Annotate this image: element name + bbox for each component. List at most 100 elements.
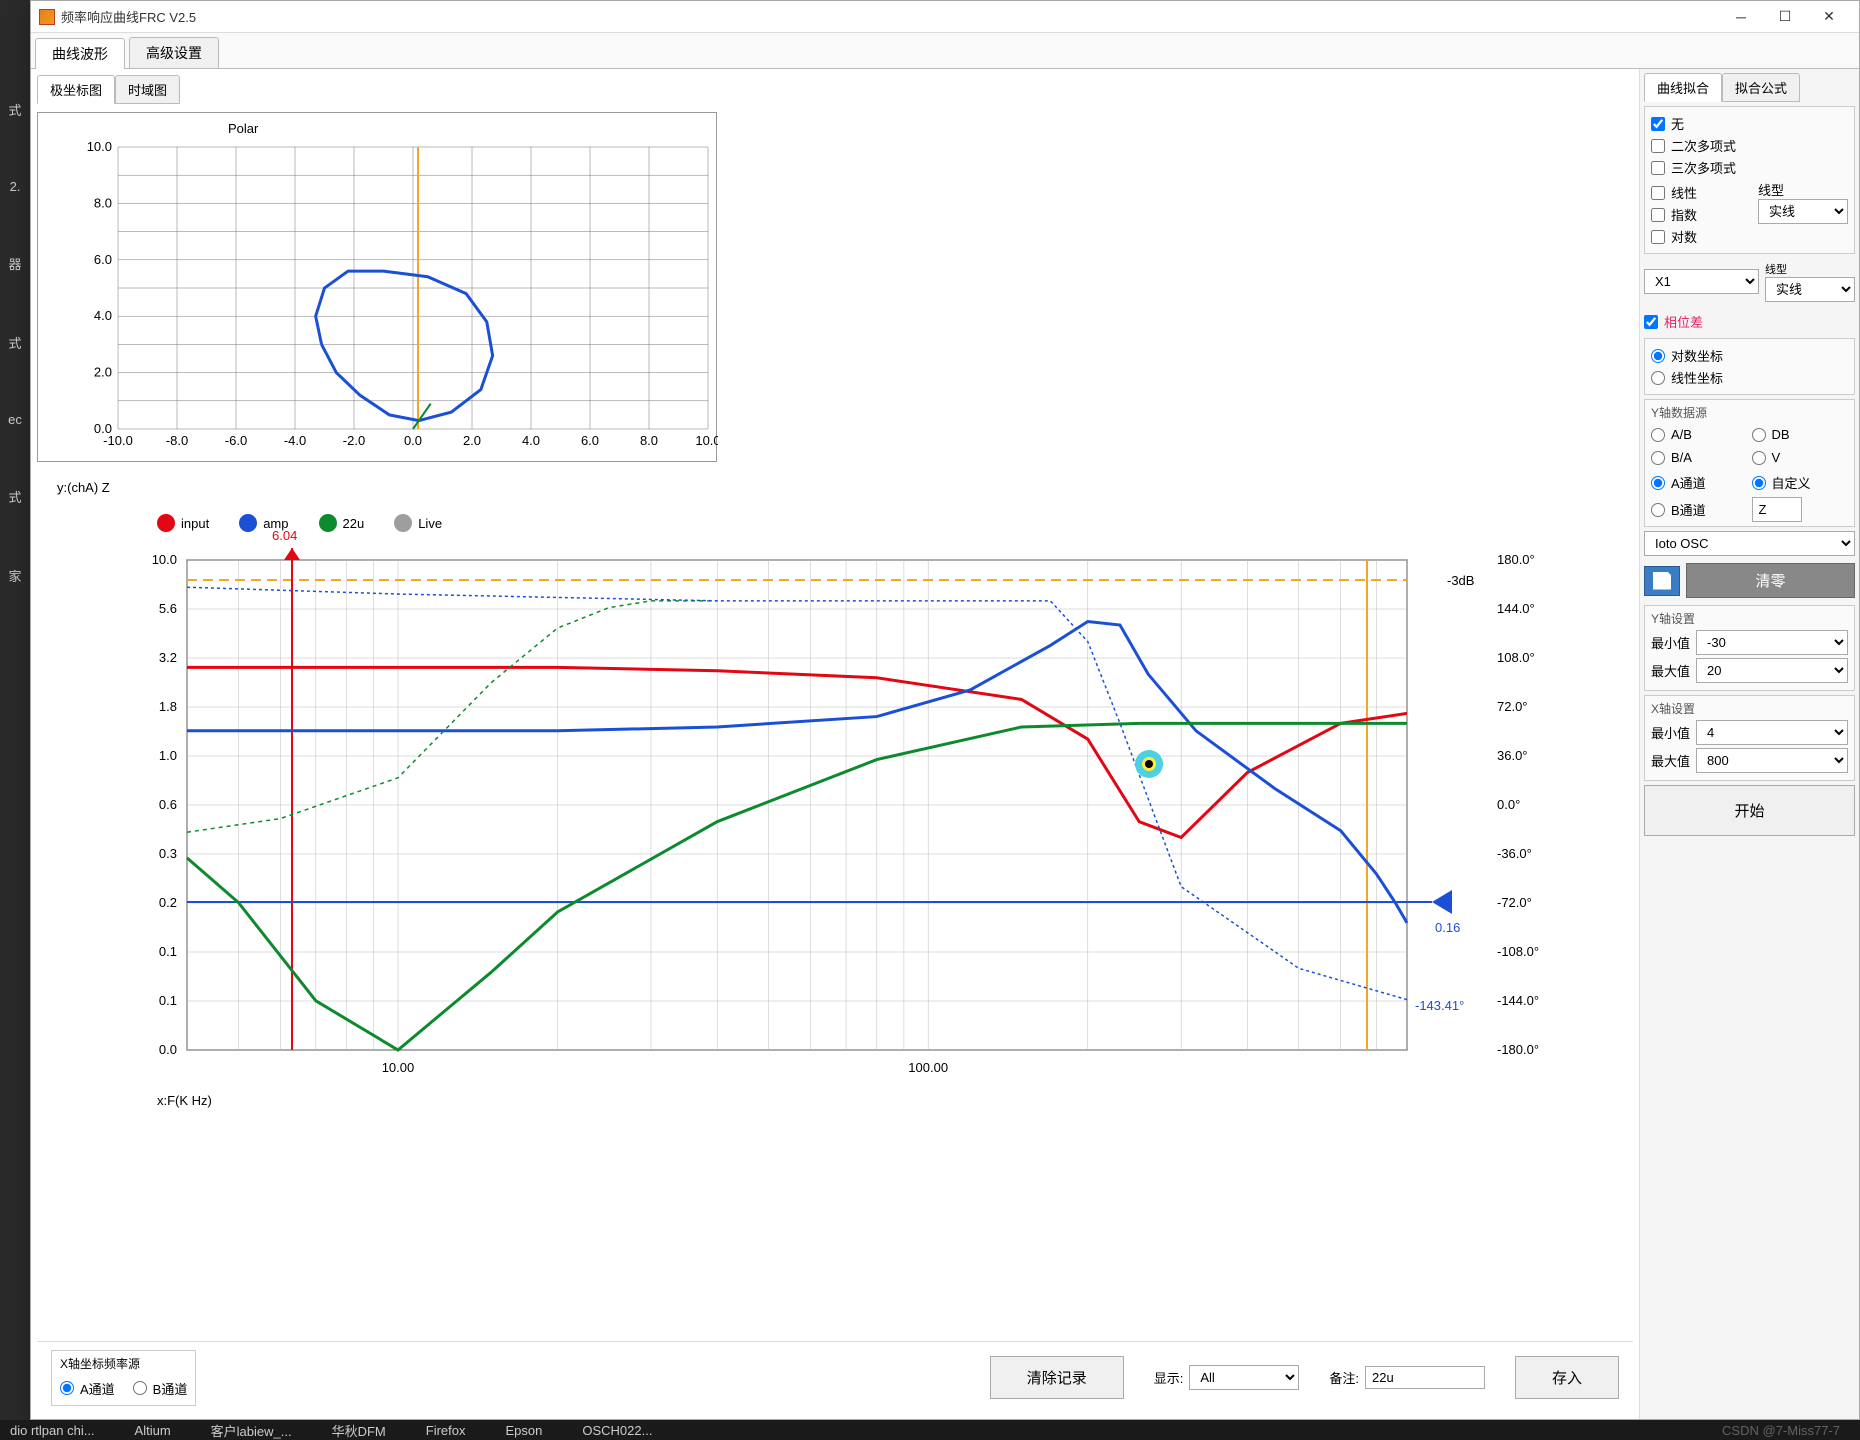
sub-tabs: 极坐标图 时域图 [37,75,1633,104]
tab-fit-formula[interactable]: 拟合公式 [1722,73,1800,102]
svg-text:0.0: 0.0 [94,421,112,436]
svg-text:-72.0°: -72.0° [1497,895,1532,910]
yd-ba[interactable]: B/A [1651,450,1748,465]
x-max-select[interactable]: 800 [1696,748,1848,773]
custom-unit-input[interactable] [1752,497,1802,522]
display-select[interactable]: All [1189,1365,1299,1390]
svg-text:6.0: 6.0 [581,433,599,448]
maximize-button[interactable]: ☐ [1763,4,1807,30]
minimize-button[interactable]: ─ [1719,4,1763,30]
fit-linear[interactable]: 线性 [1651,183,1748,202]
svg-text:Polar: Polar [228,121,259,136]
x1-select[interactable]: X1 [1644,269,1759,294]
svg-text:2.0: 2.0 [94,365,112,380]
svg-text:10.00: 10.00 [382,1060,415,1075]
note-input[interactable] [1365,1366,1485,1389]
y-max-select[interactable]: 20 [1696,658,1848,683]
side-label: 式 [0,487,30,506]
side-label: 2. [0,179,30,194]
tab-waveform[interactable]: 曲线波形 [35,38,125,69]
freq-src-a[interactable]: A通道 [60,1379,115,1398]
fit-exp[interactable]: 指数 [1651,205,1748,224]
svg-text:-2.0: -2.0 [343,433,365,448]
svg-text:10.0: 10.0 [87,139,112,154]
svg-text:4.0: 4.0 [522,433,540,448]
fit-poly3[interactable]: 三次多项式 [1651,158,1848,177]
svg-text:6.04: 6.04 [272,528,297,543]
tab-polar[interactable]: 极坐标图 [37,75,115,104]
svg-text:6.0: 6.0 [94,252,112,267]
svg-text:-36.0°: -36.0° [1497,846,1532,861]
svg-text:180.0°: 180.0° [1497,552,1535,567]
y-min-select[interactable]: -30 [1696,630,1848,655]
svg-text:-180.0°: -180.0° [1497,1042,1539,1057]
right-panel: 曲线拟合 拟合公式 无 二次多项式 三次多项式 线性 指数 对数 线型 实线 [1639,69,1859,1419]
tab-curve-fit[interactable]: 曲线拟合 [1644,73,1722,102]
svg-text:-3dB: -3dB [1447,573,1474,588]
svg-text:-144.0°: -144.0° [1497,993,1539,1008]
tab-timedomain[interactable]: 时域图 [115,75,180,104]
device-select[interactable]: Ioto OSC [1644,531,1855,556]
svg-text:144.0°: 144.0° [1497,601,1535,616]
svg-text:0.6: 0.6 [159,797,177,812]
side-label: 式 [0,100,30,119]
svg-text:1.0: 1.0 [159,748,177,763]
polar-chart[interactable]: Polar -10.0-8.0-6.0-4.0-2.00.02.04.06.08… [37,112,717,462]
svg-text:36.0°: 36.0° [1497,748,1528,763]
svg-text:-108.0°: -108.0° [1497,944,1539,959]
side-label: 式 [0,333,30,352]
freq-src-b[interactable]: B通道 [133,1379,188,1398]
start-button[interactable]: 开始 [1644,785,1855,836]
yd-chA[interactable]: A通道 [1651,473,1748,492]
titlebar[interactable]: 频率响应曲线FRC V2.5 ─ ☐ ✕ [31,1,1859,33]
yd-v[interactable]: V [1752,450,1849,465]
fit-log[interactable]: 对数 [1651,227,1748,246]
svg-text:0.2: 0.2 [159,895,177,910]
main-tabs: 曲线波形 高级设置 [31,33,1859,68]
tab-advanced[interactable]: 高级设置 [129,37,219,68]
svg-text:72.0°: 72.0° [1497,699,1528,714]
svg-text:0.3: 0.3 [159,846,177,861]
svg-text:4.0: 4.0 [94,308,112,323]
x-min-select[interactable]: 4 [1696,720,1848,745]
watermark: CSDN @7-Miss77-7 [1722,1423,1840,1438]
fit-none[interactable]: 无 [1651,114,1848,133]
save-button[interactable]: 存入 [1515,1356,1619,1399]
save-icon[interactable] [1644,566,1680,596]
line-type-select-2[interactable]: 实线 [1765,277,1855,302]
svg-text:-6.0: -6.0 [225,433,247,448]
yd-chB[interactable]: B通道 [1651,500,1748,519]
app-window: 频率响应曲线FRC V2.5 ─ ☐ ✕ 曲线波形 高级设置 极坐标图 时域图 … [30,0,1860,1420]
yd-ab[interactable]: A/B [1651,427,1748,442]
yd-db[interactable]: DB [1752,427,1849,442]
svg-text:8.0: 8.0 [94,195,112,210]
svg-text:0.1: 0.1 [159,993,177,1008]
fit-poly2[interactable]: 二次多项式 [1651,136,1848,155]
main-chart[interactable]: y:(chA) Z input amp 22u Live 10.05.63.21… [37,470,1633,1333]
scale-linear[interactable]: 线性坐标 [1651,368,1848,387]
svg-text:0.0°: 0.0° [1497,797,1520,812]
line-type-select-1[interactable]: 实线 [1758,199,1848,224]
svg-text:100.00: 100.00 [908,1060,948,1075]
close-button[interactable]: ✕ [1807,4,1851,30]
svg-text:-8.0: -8.0 [166,433,188,448]
clear-button[interactable]: 清零 [1686,563,1855,598]
scale-log[interactable]: 对数坐标 [1651,346,1848,365]
svg-text:1.8: 1.8 [159,699,177,714]
freq-source-group: X轴坐标频率源 A通道 B通道 [51,1350,196,1406]
bottom-toolbar: X轴坐标频率源 A通道 B通道 清除记录 显示: All 备注: 存入 [37,1341,1633,1413]
svg-text:x:F(K Hz): x:F(K Hz) [157,1093,212,1108]
chart-cursor-marker[interactable] [1135,750,1163,778]
svg-text:10.0: 10.0 [152,552,177,567]
svg-text:0.0: 0.0 [159,1042,177,1057]
clear-records-button[interactable]: 清除记录 [990,1356,1124,1399]
side-label: ec [0,412,30,427]
svg-text:2.0: 2.0 [463,433,481,448]
svg-text:-4.0: -4.0 [284,433,306,448]
svg-text:5.6: 5.6 [159,601,177,616]
side-label: 家 [0,566,30,585]
svg-text:-143.41°: -143.41° [1415,998,1464,1013]
yd-custom[interactable]: 自定义 [1752,473,1849,492]
phase-diff-check[interactable]: 相位差 [1644,312,1855,331]
taskbar[interactable]: dio rtlpan chi... Altium 客户labiew_... 华秋… [0,1420,1860,1440]
